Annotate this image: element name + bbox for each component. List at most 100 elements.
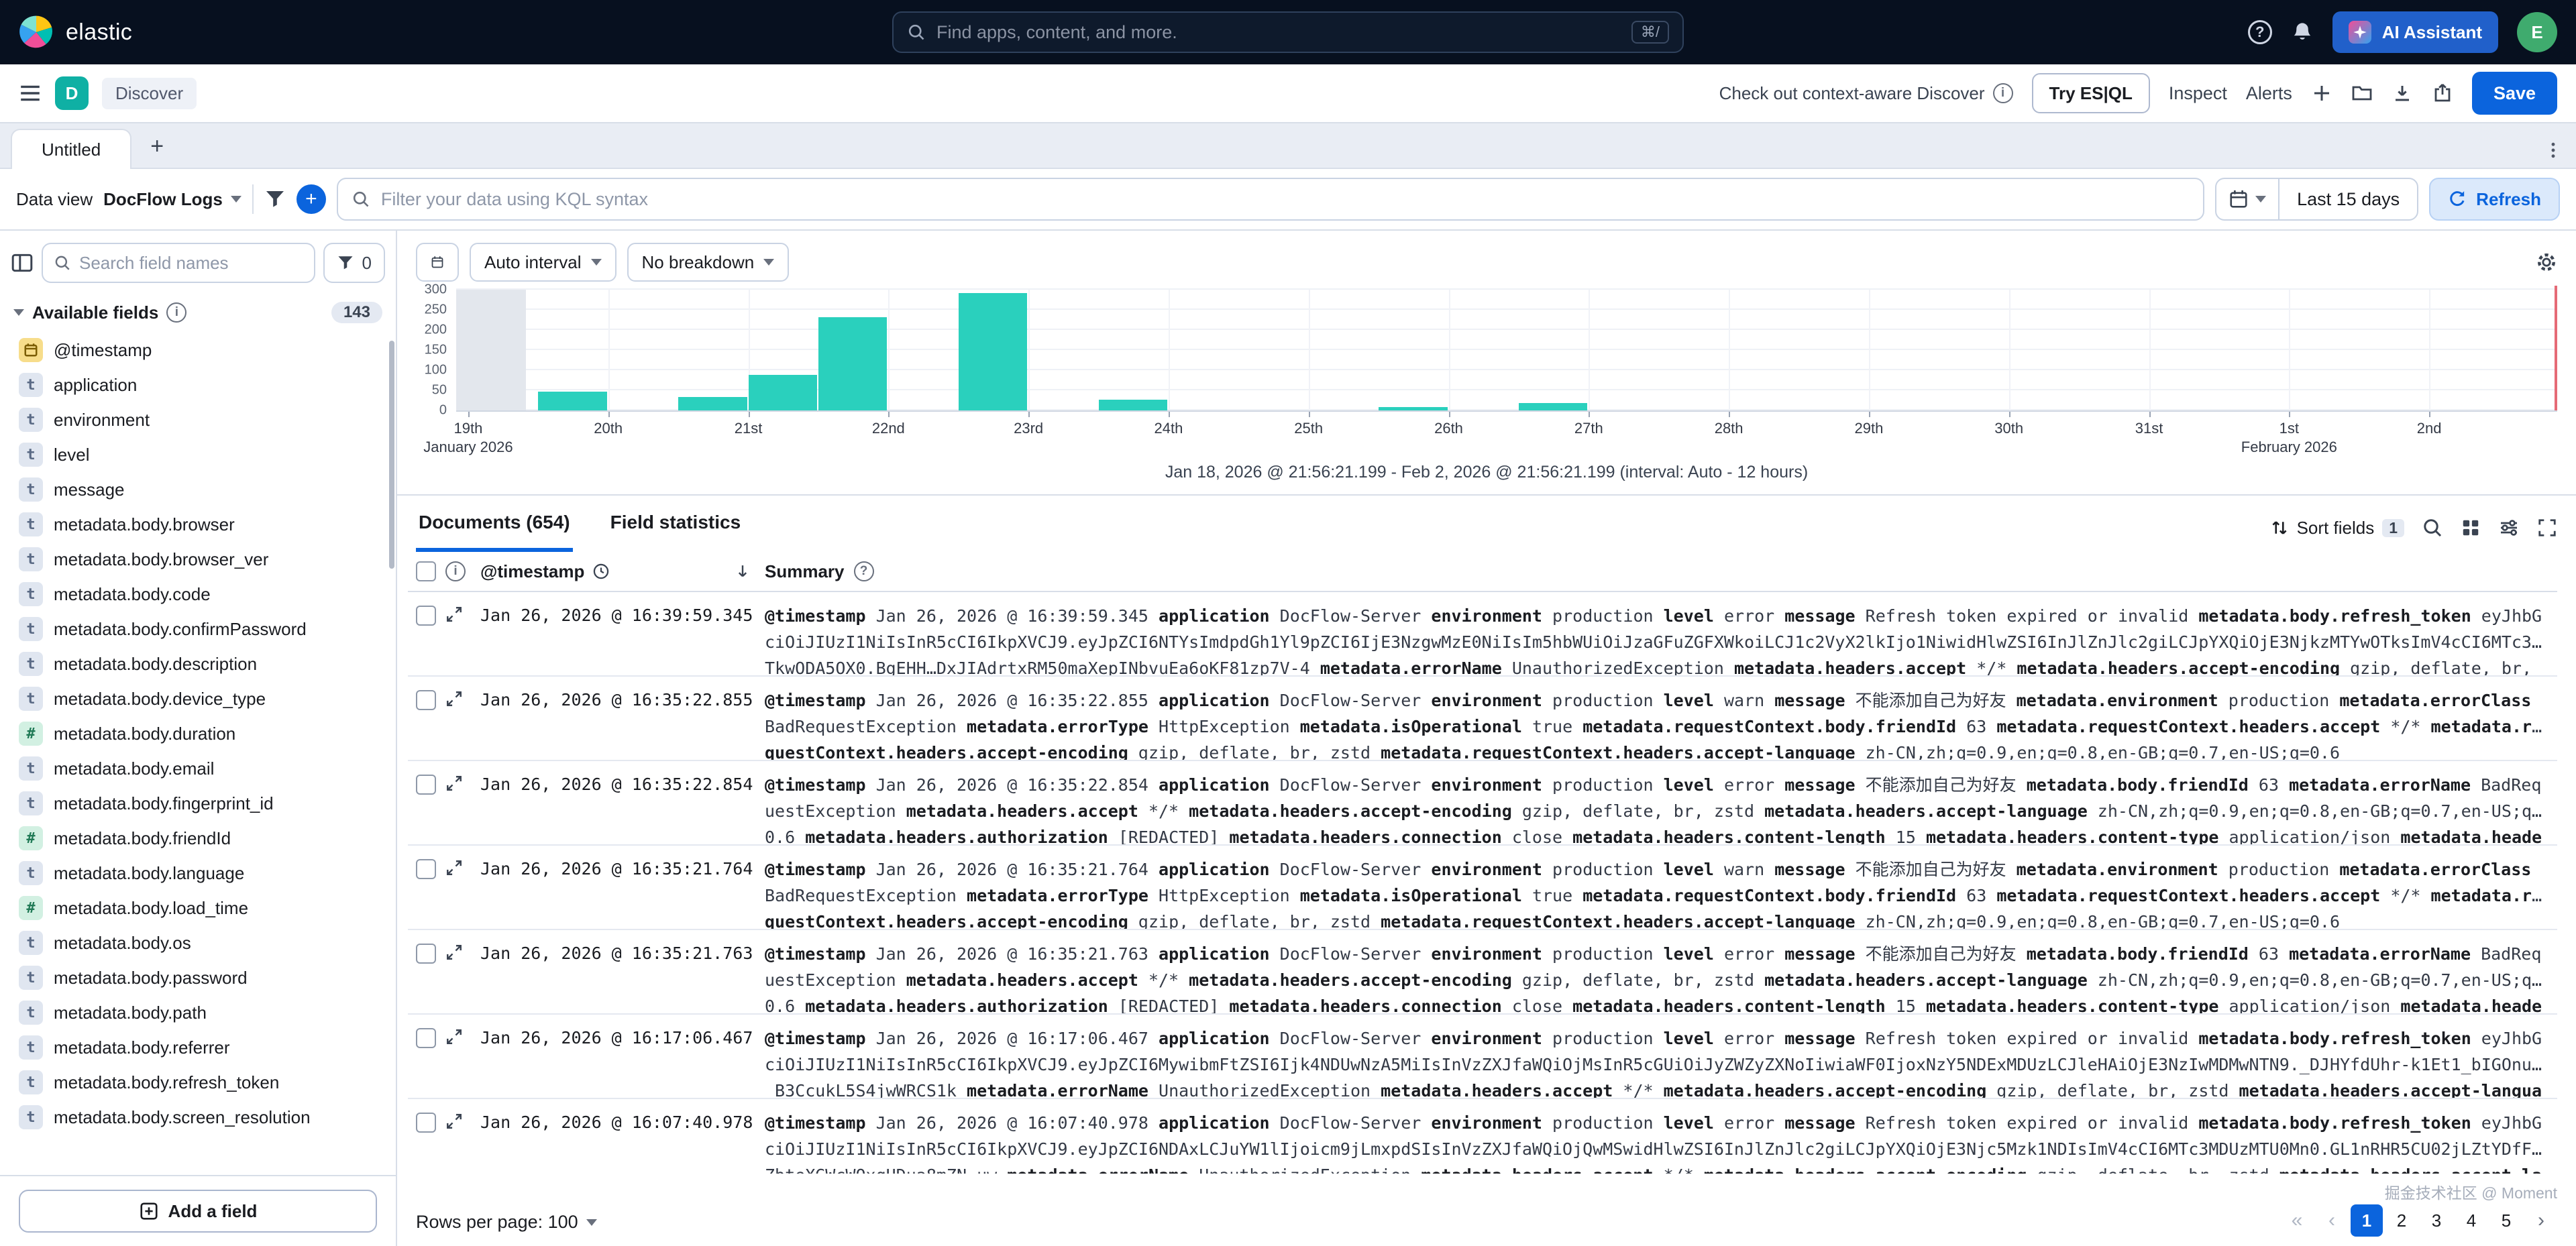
elastic-logo[interactable] — [19, 15, 54, 50]
field-list-item[interactable]: # metadata.body.friendId — [11, 821, 388, 856]
open-folder-icon[interactable] — [2351, 82, 2373, 104]
field-list-item[interactable]: t message — [11, 472, 388, 507]
timestamp-column-header[interactable]: @timestamp — [480, 561, 765, 582]
page-4[interactable]: 4 — [2455, 1204, 2487, 1237]
expand-document-icon[interactable] — [445, 690, 463, 707]
global-search[interactable]: ⌘/ — [892, 11, 1684, 53]
field-list-item[interactable]: @timestamp — [11, 333, 388, 367]
row-height-sliders-icon[interactable] — [2498, 517, 2520, 539]
time-range-value[interactable]: Last 15 days — [2279, 189, 2417, 210]
field-search-box[interactable] — [42, 243, 315, 283]
histogram-bar[interactable] — [538, 392, 607, 410]
row-checkbox[interactable] — [416, 859, 436, 879]
previous-page-icon[interactable]: ‹ — [2316, 1204, 2348, 1237]
field-list-item[interactable]: t metadata.body.description — [11, 646, 388, 681]
field-search-input[interactable] — [79, 252, 303, 274]
chart-config-calendar-icon[interactable] — [416, 243, 459, 282]
field-list-item[interactable]: t application — [11, 367, 388, 402]
field-list-item[interactable]: t metadata.body.language — [11, 856, 388, 891]
refresh-button[interactable]: Refresh — [2429, 178, 2560, 221]
page-5[interactable]: 5 — [2490, 1204, 2522, 1237]
page-1[interactable]: 1 — [2351, 1204, 2383, 1237]
save-button[interactable]: Save — [2471, 72, 2557, 115]
notifications-bell-icon[interactable] — [2291, 21, 2314, 44]
display-options-grid-icon[interactable] — [2461, 518, 2481, 538]
fullscreen-icon[interactable] — [2537, 518, 2557, 538]
field-list-item[interactable]: t metadata.body.fingerprint_id — [11, 786, 388, 821]
inspect-link[interactable]: Inspect — [2169, 83, 2227, 104]
field-list-item[interactable]: t metadata.body.referrer — [11, 1030, 388, 1065]
try-esql-button[interactable]: Try ES|QL — [2031, 73, 2150, 113]
context-aware-promo[interactable]: Check out context-aware Discover i — [1719, 83, 2013, 104]
histogram-bar[interactable] — [1379, 407, 1448, 410]
row-checkbox[interactable] — [416, 775, 436, 795]
breadcrumb[interactable]: Discover — [102, 77, 197, 109]
field-list-item[interactable]: t metadata.body.code — [11, 577, 388, 612]
expand-document-icon[interactable] — [445, 606, 463, 623]
kql-query-input-box[interactable] — [336, 178, 2205, 221]
histogram-bar[interactable] — [678, 396, 747, 410]
field-list-item[interactable]: # metadata.body.load_time — [11, 891, 388, 925]
page-3[interactable]: 3 — [2420, 1204, 2453, 1237]
field-list-item[interactable]: t metadata.body.device_type — [11, 681, 388, 716]
expand-document-icon[interactable] — [445, 944, 463, 961]
expand-document-icon[interactable] — [445, 1028, 463, 1045]
breakdown-dropdown[interactable]: No breakdown — [627, 243, 790, 282]
space-badge[interactable]: D — [55, 76, 89, 110]
row-checkbox[interactable] — [416, 1028, 436, 1048]
summary-column-header[interactable]: Summary ? — [765, 561, 2557, 582]
menu-hamburger-icon[interactable] — [19, 82, 42, 105]
add-filter-button[interactable]: + — [296, 184, 326, 214]
expand-document-icon[interactable] — [445, 859, 463, 876]
histogram-plot[interactable] — [456, 286, 2557, 410]
field-list-item[interactable]: t metadata.body.path — [11, 995, 388, 1030]
expand-document-icon[interactable] — [445, 1113, 463, 1130]
field-list-item[interactable]: # metadata.body.duration — [11, 716, 388, 751]
collapse-sidebar-icon[interactable] — [11, 251, 34, 274]
user-avatar[interactable]: E — [2517, 12, 2557, 52]
page-2[interactable]: 2 — [2385, 1204, 2418, 1237]
row-checkbox[interactable] — [416, 944, 436, 964]
row-checkbox[interactable] — [416, 690, 436, 710]
data-view-picker[interactable]: DocFlow Logs — [103, 189, 241, 210]
sort-descending-icon[interactable] — [734, 563, 751, 580]
next-page-icon[interactable]: › — [2525, 1204, 2557, 1237]
row-checkbox[interactable] — [416, 606, 436, 626]
tab-options-kebab-icon[interactable] — [2544, 141, 2563, 160]
download-icon[interactable] — [2392, 82, 2413, 104]
histogram-bar[interactable] — [1518, 402, 1588, 410]
field-list-item[interactable]: t metadata.body.email — [11, 751, 388, 786]
histogram-bar[interactable] — [818, 317, 888, 410]
field-list-item[interactable]: t metadata.body.screen_resolution — [11, 1100, 388, 1135]
field-list-item[interactable]: t metadata.body.os — [11, 925, 388, 960]
rows-per-page-dropdown[interactable]: Rows per page: 100 — [416, 1212, 597, 1237]
first-page-icon[interactable]: « — [2281, 1204, 2313, 1237]
field-list-item[interactable]: t metadata.body.refresh_token — [11, 1065, 388, 1100]
search-documents-icon[interactable] — [2422, 517, 2443, 539]
field-filters-button[interactable]: 0 — [323, 243, 385, 283]
sidebar-scrollbar[interactable] — [389, 341, 394, 569]
share-icon[interactable] — [2432, 82, 2453, 104]
chart-options-gear-icon[interactable] — [2536, 251, 2557, 273]
field-list-item[interactable]: t metadata.body.password — [11, 960, 388, 995]
filter-funnel-icon[interactable] — [264, 188, 286, 210]
tab-documents[interactable]: Documents (654) — [416, 497, 573, 552]
field-list-item[interactable]: t metadata.body.browser — [11, 507, 388, 542]
histogram-bar[interactable] — [1098, 400, 1167, 410]
sort-fields-button[interactable]: Sort fields 1 — [2270, 518, 2404, 539]
tab-field-statistics[interactable]: Field statistics — [608, 497, 744, 552]
alerts-link[interactable]: Alerts — [2246, 83, 2292, 104]
calendar-dropdown[interactable] — [2216, 179, 2280, 219]
available-fields-header[interactable]: Available fields i 143 — [0, 291, 396, 330]
histogram-bar[interactable] — [748, 375, 817, 410]
field-list-item[interactable]: t metadata.body.confirmPassword — [11, 612, 388, 646]
row-checkbox[interactable] — [416, 1113, 436, 1133]
global-search-input[interactable] — [936, 21, 1621, 43]
ai-assistant-button[interactable]: AI Assistant — [2332, 11, 2498, 53]
add-field-button[interactable]: Add a field — [19, 1190, 377, 1233]
kql-query-input[interactable] — [380, 188, 2190, 210]
field-list-item[interactable]: t level — [11, 437, 388, 472]
expand-document-icon[interactable] — [445, 775, 463, 792]
new-tab-button[interactable]: + — [140, 129, 174, 164]
field-list-item[interactable]: t environment — [11, 402, 388, 437]
